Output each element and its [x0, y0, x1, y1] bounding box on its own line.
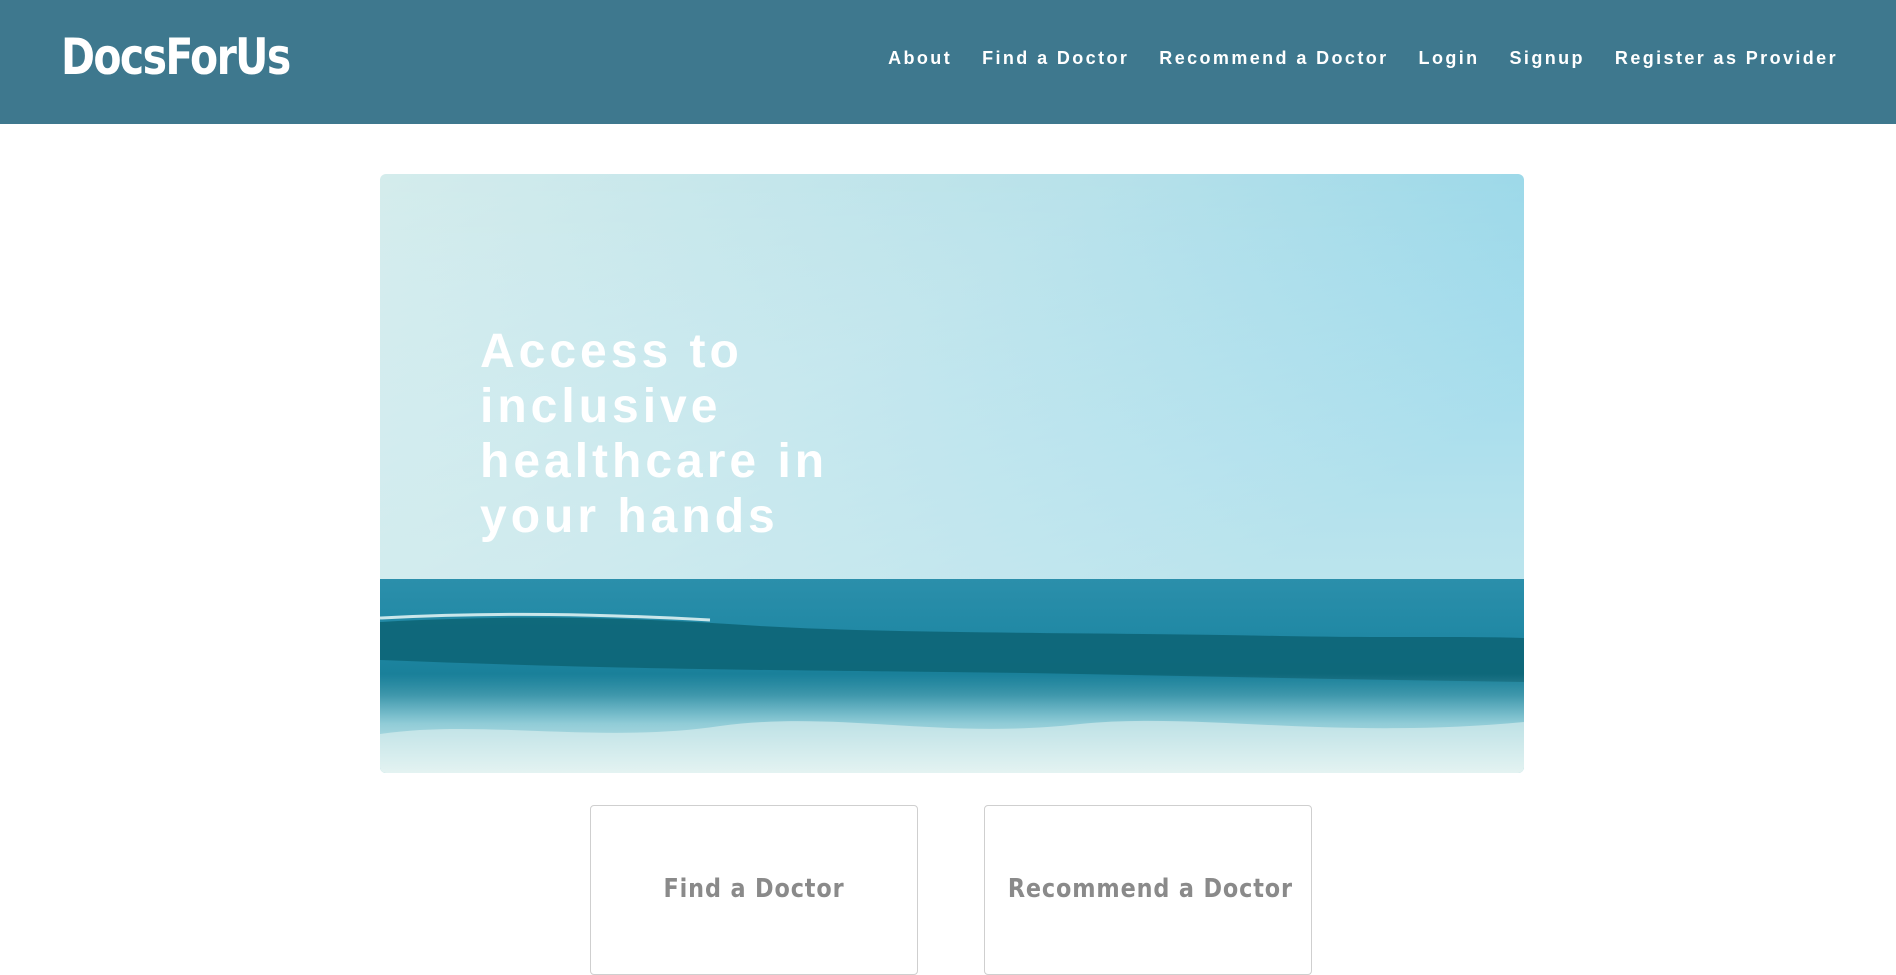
- find-doctor-card[interactable]: Find a Doctor: [590, 805, 918, 975]
- nav-signup-link[interactable]: Signup: [1510, 48, 1585, 69]
- nav-links: About Find a Doctor Recommend a Doctor L…: [888, 48, 1838, 69]
- hero-banner: Access to inclusive healthcare in your h…: [380, 174, 1524, 773]
- hero-title: Access to inclusive healthcare in your h…: [480, 325, 829, 543]
- brand-logo[interactable]: DocsForUs: [61, 28, 291, 86]
- recommend-doctor-card-label: Recommend a Doctor: [1007, 874, 1293, 904]
- find-doctor-card-label: Find a Doctor: [663, 874, 845, 904]
- nav-about-link[interactable]: About: [888, 48, 952, 69]
- recommend-doctor-card[interactable]: Recommend a Doctor: [984, 805, 1312, 975]
- nav-register-provider-link[interactable]: Register as Provider: [1615, 48, 1838, 69]
- navbar: DocsForUs About Find a Doctor Recommend …: [0, 0, 1896, 124]
- nav-recommend-doctor-link[interactable]: Recommend a Doctor: [1159, 48, 1388, 69]
- nav-login-link[interactable]: Login: [1419, 48, 1480, 69]
- nav-find-doctor-link[interactable]: Find a Doctor: [982, 48, 1129, 69]
